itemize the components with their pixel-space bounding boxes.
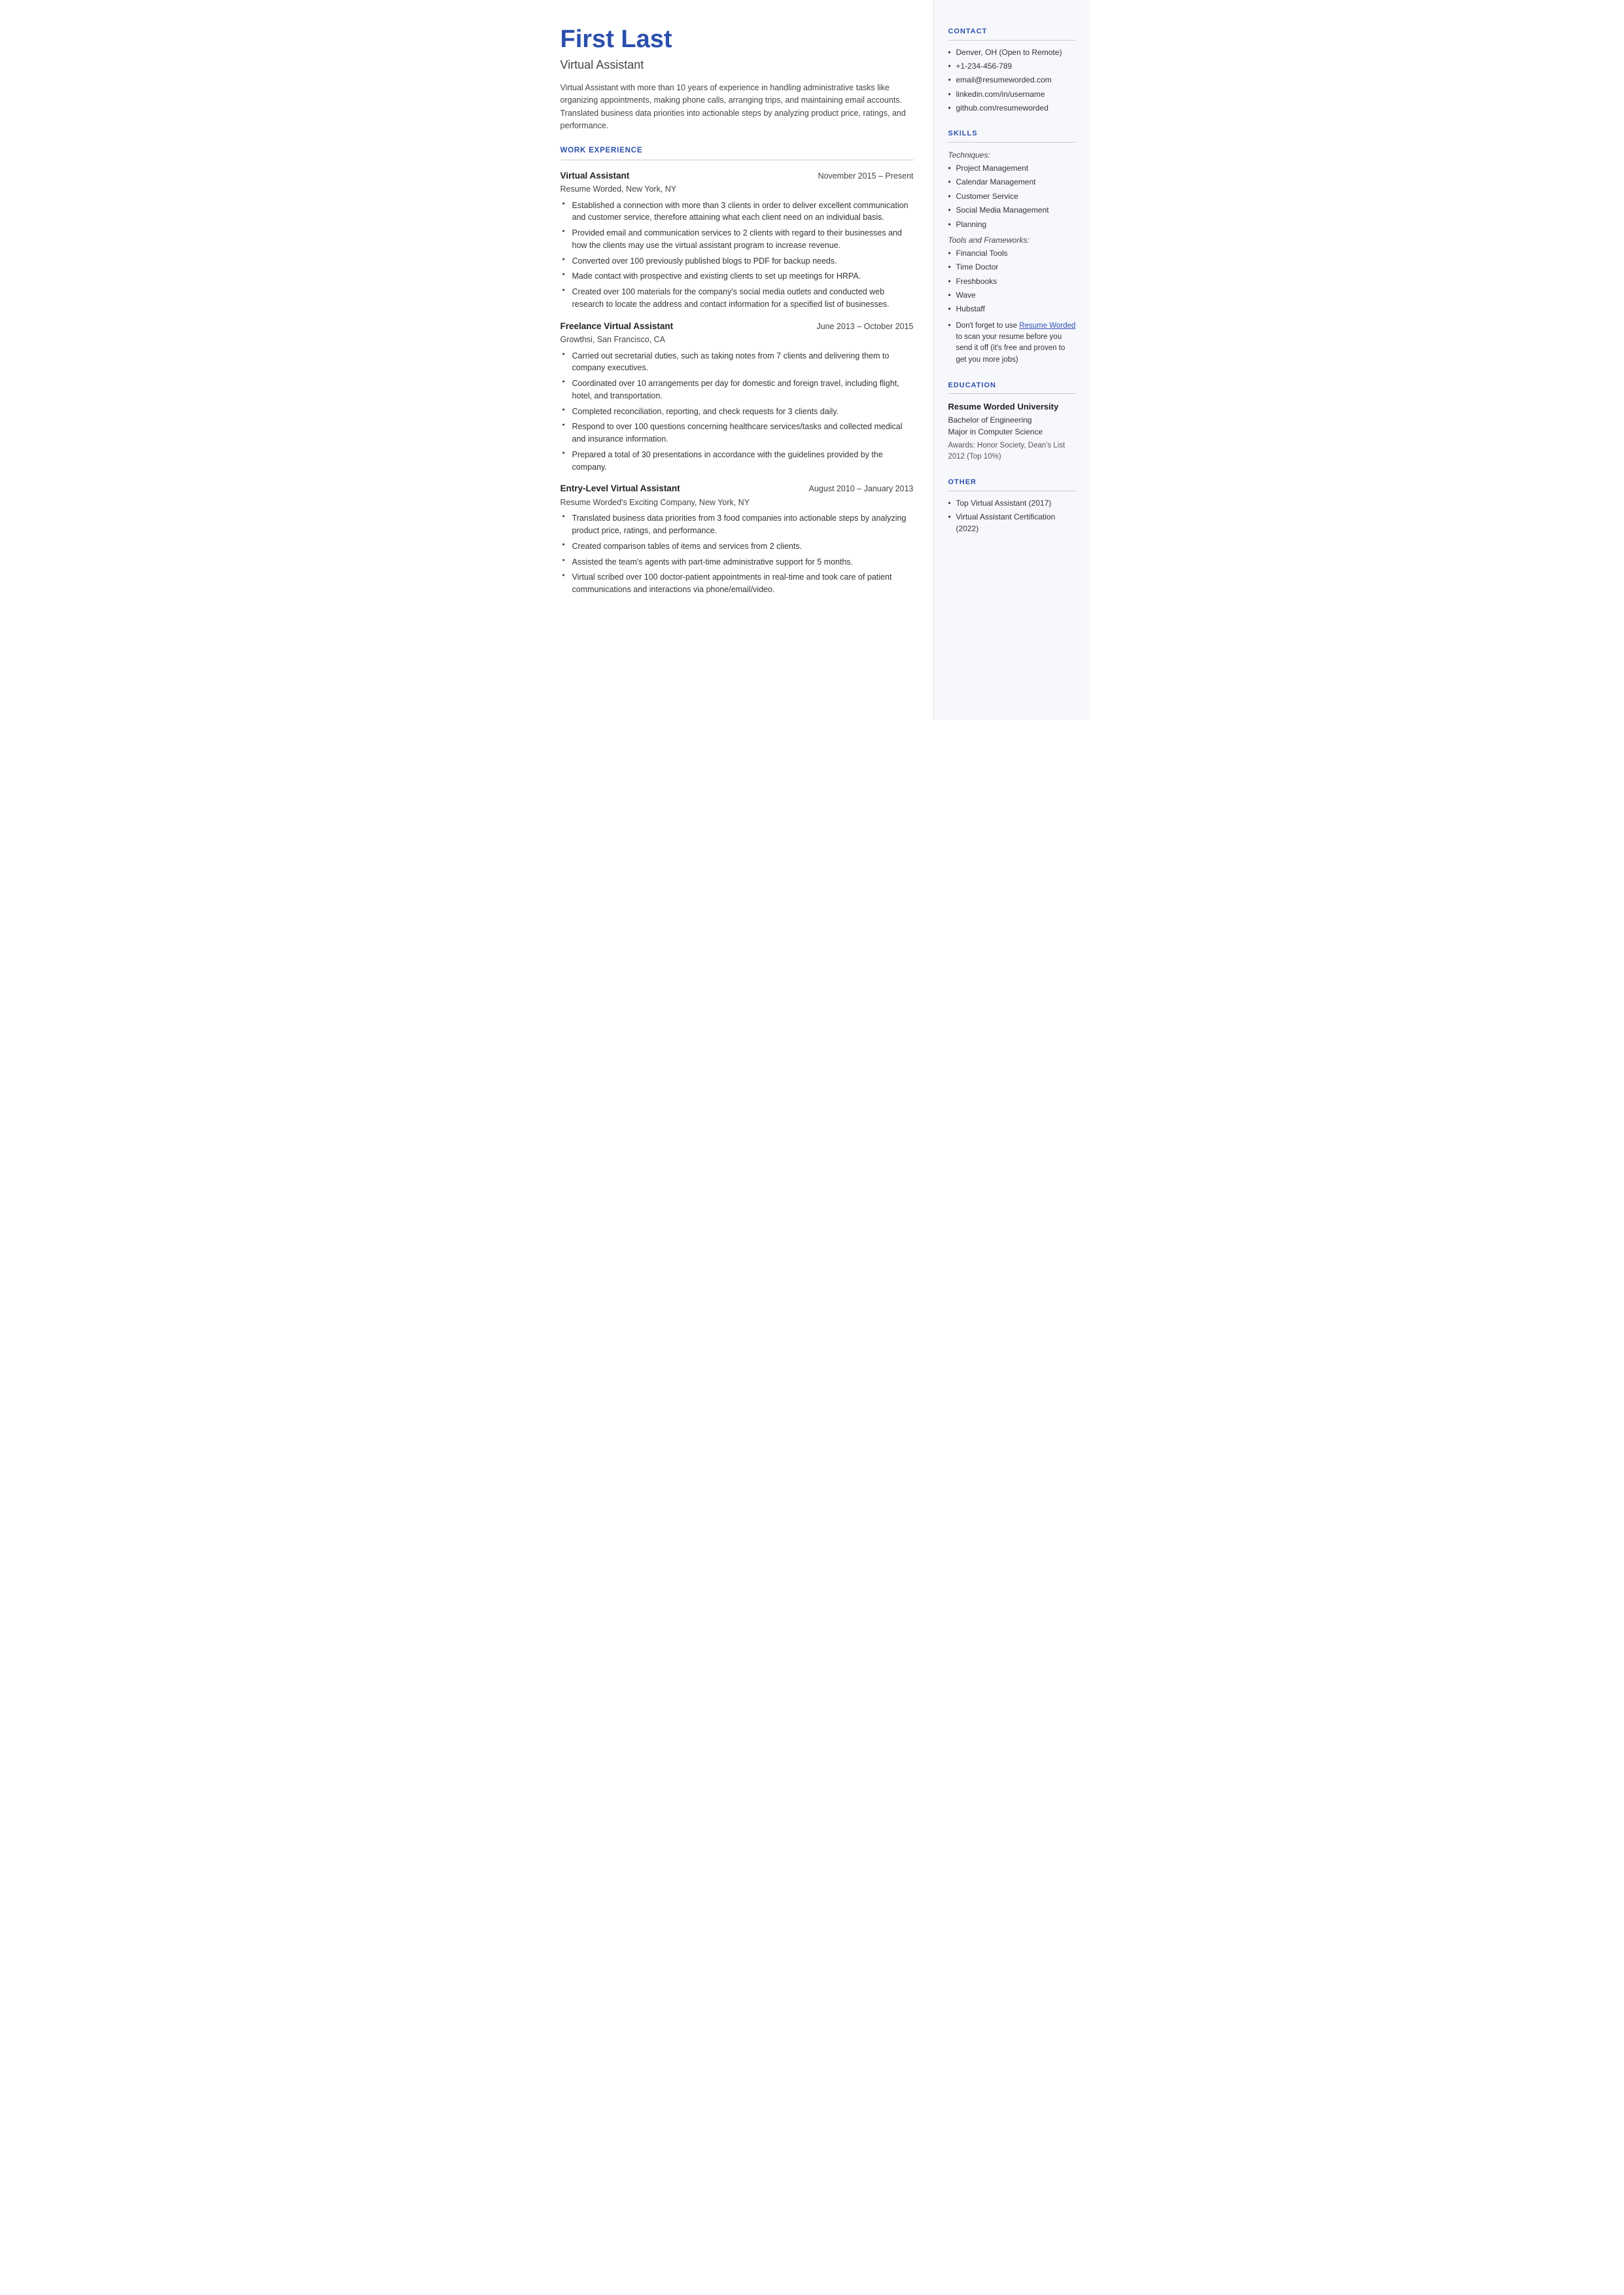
education-title: EDUCATION (948, 380, 1076, 394)
job-entry-3: Entry-Level Virtual Assistant August 201… (561, 482, 914, 596)
list-item: Project Management (948, 163, 1076, 174)
contact-section: CONTACT Denver, OH (Open to Remote) +1-2… (948, 26, 1076, 114)
job-company-2: Growthsi, San Francisco, CA (561, 334, 914, 346)
edu-school: Resume Worded University (948, 400, 1076, 413)
job-dates-1: November 2015 – Present (818, 170, 914, 183)
job-title-3: Entry-Level Virtual Assistant (561, 482, 680, 495)
other-list: Top Virtual Assistant (2017) Virtual Ass… (948, 498, 1076, 534)
job-entry-1: Virtual Assistant November 2015 – Presen… (561, 169, 914, 311)
skills-section: SKILLS Techniques: Project Management Ca… (948, 128, 1076, 365)
list-item: Hubstaff (948, 304, 1076, 315)
skills-title: SKILLS (948, 128, 1076, 143)
skills-note-link-text[interactable]: Resume Worded (1019, 322, 1075, 330)
job-bullets-3: Translated business data priorities from… (561, 512, 914, 596)
job-company-1: Resume Worded, New York, NY (561, 183, 914, 196)
techniques-label: Techniques: (948, 149, 1076, 161)
job-bullets-2: Carried out secretarial duties, such as … (561, 350, 914, 474)
tools-list: Financial Tools Time Doctor Freshbooks W… (948, 248, 1076, 315)
job-bullets-1: Established a connection with more than … (561, 200, 914, 311)
list-item: Coordinated over 10 arrangements per day… (561, 377, 914, 402)
list-item: Assisted the team's agents with part-tim… (561, 556, 914, 569)
list-item: linkedin.com/in/username (948, 89, 1076, 100)
list-item: Time Doctor (948, 262, 1076, 273)
list-item: email@resumeworded.com (948, 75, 1076, 86)
contact-title: CONTACT (948, 26, 1076, 41)
job-title: Virtual Assistant (561, 56, 914, 74)
edu-awards: Awards: Honor Society, Dean's List 2012 … (948, 440, 1076, 463)
summary-text: Virtual Assistant with more than 10 year… (561, 82, 914, 133)
list-item: +1-234-456-789 (948, 61, 1076, 72)
list-item: Prepared a total of 30 presentations in … (561, 449, 914, 474)
tools-label: Tools and Frameworks: (948, 234, 1076, 246)
job-company-3: Resume Worded's Exciting Company, New Yo… (561, 497, 914, 509)
list-item: Carried out secretarial duties, such as … (561, 350, 914, 375)
job-dates-2: June 2013 – October 2015 (816, 321, 913, 333)
list-item: Established a connection with more than … (561, 200, 914, 224)
work-experience-section: WORK EXPERIENCE Virtual Assistant Novemb… (561, 145, 914, 596)
list-item: Freshbooks (948, 276, 1076, 287)
list-item: Respond to over 100 questions concerning… (561, 421, 914, 446)
list-item: Provided email and communication service… (561, 227, 914, 252)
edu-degree: Bachelor of Engineering (948, 414, 1076, 426)
resume-worded-link[interactable]: Resume Worded (1019, 322, 1075, 330)
work-experience-title: WORK EXPERIENCE (561, 145, 914, 160)
list-item: Customer Service (948, 191, 1076, 202)
list-item: Financial Tools (948, 248, 1076, 259)
list-item: Planning (948, 219, 1076, 230)
skills-note: Don't forget to use Resume Worded to sca… (948, 321, 1076, 366)
skills-note-prefix: Don't forget to use (956, 322, 1020, 330)
list-item: Denver, OH (Open to Remote) (948, 47, 1076, 58)
edu-major: Major in Computer Science (948, 426, 1076, 438)
list-item: Social Media Management (948, 205, 1076, 216)
job-dates-3: August 2010 – January 2013 (809, 483, 914, 495)
education-section: EDUCATION Resume Worded University Bache… (948, 380, 1076, 463)
contact-list: Denver, OH (Open to Remote) +1-234-456-7… (948, 47, 1076, 114)
list-item: Made contact with prospective and existi… (561, 270, 914, 283)
list-item: Wave (948, 290, 1076, 301)
list-item: Created comparison tables of items and s… (561, 540, 914, 553)
list-item: Top Virtual Assistant (2017) (948, 498, 1076, 509)
other-section: OTHER Top Virtual Assistant (2017) Virtu… (948, 477, 1076, 534)
job-entry-2: Freelance Virtual Assistant June 2013 – … (561, 320, 914, 474)
list-item: Virtual Assistant Certification (2022) (948, 512, 1076, 534)
list-item: github.com/resumeworded (948, 103, 1076, 114)
list-item: Converted over 100 previously published … (561, 255, 914, 268)
techniques-list: Project Management Calendar Management C… (948, 163, 1076, 230)
list-item: Translated business data priorities from… (561, 512, 914, 537)
list-item: Completed reconciliation, reporting, and… (561, 406, 914, 418)
list-item: Virtual scribed over 100 doctor-patient … (561, 571, 914, 596)
skills-note-suffix: to scan your resume before you send it o… (956, 333, 1065, 364)
list-item: Calendar Management (948, 177, 1076, 188)
list-item: Created over 100 materials for the compa… (561, 286, 914, 311)
job-title-1: Virtual Assistant (561, 169, 630, 183)
other-title: OTHER (948, 477, 1076, 491)
full-name: First Last (561, 26, 914, 54)
job-title-2: Freelance Virtual Assistant (561, 320, 674, 333)
